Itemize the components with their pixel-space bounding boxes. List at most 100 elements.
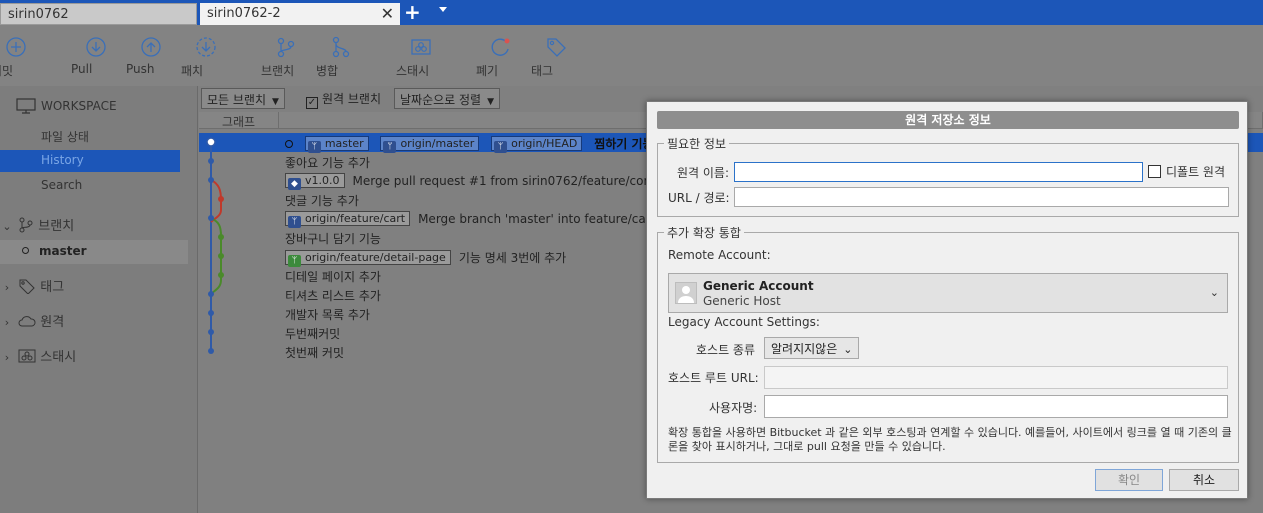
commit-message: 좋아요 기능 추가 <box>285 156 370 170</box>
cloud-icon <box>18 316 36 327</box>
username-label: 사용자명: <box>709 401 758 415</box>
branch-tag[interactable]: ᛘ master <box>304 136 369 153</box>
commit-message: 찜하기 기능 <box>594 137 654 151</box>
url-label: URL / 경로: <box>668 191 730 205</box>
commit-button[interactable]: 커밋 <box>0 36 41 78</box>
ok-button[interactable]: 확인 <box>1095 469 1163 491</box>
pull-button[interactable]: Pull <box>71 36 121 76</box>
push-icon <box>141 37 161 57</box>
branch-icon <box>19 217 33 233</box>
commit-message: 티셔츠 리스트 추가 <box>285 289 381 303</box>
commit-message: 댓글 기능 추가 <box>285 194 359 208</box>
username-input[interactable] <box>764 395 1228 418</box>
discard-button[interactable]: 폐기 <box>476 36 526 78</box>
pull-icon <box>86 37 106 57</box>
commit-node <box>206 137 216 147</box>
stash-button[interactable]: 스태시 <box>396 36 446 78</box>
url-input[interactable] <box>734 187 1229 207</box>
commit-graph <box>206 137 224 354</box>
required-info-group: 필요한 정보 원격 이름: 디폴트 원격 URL / 경로: <box>657 135 1239 217</box>
integration-note: 확장 통합을 사용하면 Bitbucket 과 같은 외부 호스팅과 연계할 수… <box>668 426 1232 453</box>
commit-node <box>208 310 214 316</box>
tag-icon <box>547 38 566 57</box>
commit-message: 첫번째 커밋 <box>285 346 345 360</box>
remote-branch-tag[interactable]: ᛘ origin/HEAD <box>491 136 583 153</box>
remote-info-dialog: 원격 저장소 정보 필요한 정보 원격 이름: 디폴트 원격 URL / 경로:… <box>646 101 1248 499</box>
checkbox-icon: ✓ <box>306 97 318 109</box>
legacy-settings-label: Legacy Account Settings: <box>668 315 820 329</box>
tab-label: sirin0762 <box>8 7 69 22</box>
host-type-select[interactable]: 알려지지않은 ⌄ <box>764 337 860 359</box>
head-marker-icon <box>285 140 293 148</box>
branch-filter-select[interactable]: 모든 브랜치 ▼ <box>201 88 285 109</box>
version-tag[interactable]: ◆ v1.0.0 <box>285 173 345 190</box>
host-type-label: 호스트 종류 <box>696 343 756 357</box>
remote-branch-tag[interactable]: ᛘ origin/feature/cart <box>285 211 411 228</box>
commit-message: 기능 명세 3번에 추가 <box>458 251 567 265</box>
remote-name-input[interactable] <box>734 162 1143 182</box>
commit-message: 디테일 페이지 추가 <box>285 270 381 284</box>
toolbar: 커밋 Pull Push 패치 브랜치 병합 스태시 폐기 태그 <box>0 25 1263 86</box>
branch-icon <box>277 37 295 58</box>
tab-sirin0762-2[interactable]: sirin0762-2 ✕ <box>200 3 400 25</box>
commit-message: Merge branch 'master' into feature/cart <box>418 212 656 226</box>
chevron-down-icon: ⌄ <box>843 343 853 356</box>
commit-node <box>208 177 214 183</box>
tab-sirin0762[interactable]: sirin0762 <box>0 3 197 25</box>
commit-node <box>218 196 224 202</box>
host-root-url-input <box>764 366 1228 389</box>
tab-label: sirin0762-2 <box>207 6 281 21</box>
commit-node <box>208 348 214 354</box>
stash-icon <box>411 39 431 55</box>
sidebar-branch-master[interactable]: master <box>0 240 188 264</box>
chevron-down-icon[interactable] <box>439 7 447 12</box>
account-host: Generic Host <box>703 294 781 308</box>
workspace-header: WORKSPACE <box>16 98 117 114</box>
chevron-right-icon[interactable]: › <box>0 281 14 294</box>
close-icon[interactable]: ✕ <box>381 4 394 23</box>
branch-button[interactable]: 브랜치 <box>261 36 311 78</box>
tag-icon <box>19 279 35 295</box>
fetch-icon <box>196 37 216 57</box>
chevron-down-icon: ▼ <box>487 97 495 107</box>
tab-bar: sirin0762 sirin0762-2 ✕ + <box>0 0 1263 25</box>
sidebar-item-history[interactable]: History <box>0 150 180 172</box>
stash-icon <box>18 349 36 363</box>
monitor-icon <box>16 98 36 114</box>
chevron-down-icon: ⌄ <box>1209 286 1219 299</box>
push-button[interactable]: Push <box>126 36 176 76</box>
sidebar-group-tags[interactable]: › 태그 <box>0 276 64 295</box>
merge-button[interactable]: 병합 <box>316 36 366 78</box>
commit-node <box>218 272 224 278</box>
group-legend: 필요한 정보 <box>664 135 730 152</box>
commit-node <box>208 215 214 221</box>
remote-account-select[interactable]: Generic Account Generic Host ⌄ <box>668 273 1228 313</box>
sidebar-group-stashes[interactable]: › 스태시 <box>0 346 76 365</box>
commit-icon <box>6 37 26 57</box>
remote-branch-tag[interactable]: ᛘ origin/feature/detail-page <box>285 250 451 267</box>
remote-name-label: 원격 이름: <box>677 166 730 180</box>
tag-icon: ◆ <box>288 178 301 190</box>
commit-message: 개발자 목록 추가 <box>285 308 370 322</box>
account-name: Generic Account <box>703 279 814 293</box>
sidebar-group-remotes[interactable]: › 원격 <box>0 311 64 330</box>
avatar <box>675 282 697 304</box>
host-root-url-label: 호스트 루트 URL: <box>668 371 759 385</box>
sidebar-item-file-status[interactable]: 파일 상태 <box>0 125 180 147</box>
remote-branches-checkbox[interactable]: ✓ 원격 브랜치 <box>301 88 386 109</box>
graph-column-header[interactable]: 그래프 <box>199 112 279 129</box>
sidebar-group-branches[interactable]: ⌄ 브랜치 <box>0 215 74 234</box>
fetch-button[interactable]: 패치 <box>181 36 231 78</box>
tag-button[interactable]: 태그 <box>531 36 581 78</box>
sidebar-item-search[interactable]: Search <box>0 175 180 197</box>
remote-branch-tag[interactable]: ᛘ origin/master <box>380 136 480 153</box>
chevron-right-icon[interactable]: › <box>0 351 14 364</box>
new-tab-button[interactable]: + <box>404 0 421 24</box>
chevron-down-icon[interactable]: ⌄ <box>0 220 14 233</box>
default-remote-checkbox[interactable]: 디폴트 원격 <box>1148 163 1225 180</box>
current-branch-icon <box>22 247 29 254</box>
sidebar: WORKSPACE 파일 상태 History Search ⌄ 브랜치 mas… <box>0 86 198 513</box>
chevron-right-icon[interactable]: › <box>0 316 14 329</box>
sort-select[interactable]: 날짜순으로 정렬 ▼ <box>394 88 501 109</box>
cancel-button[interactable]: 취소 <box>1169 469 1239 491</box>
